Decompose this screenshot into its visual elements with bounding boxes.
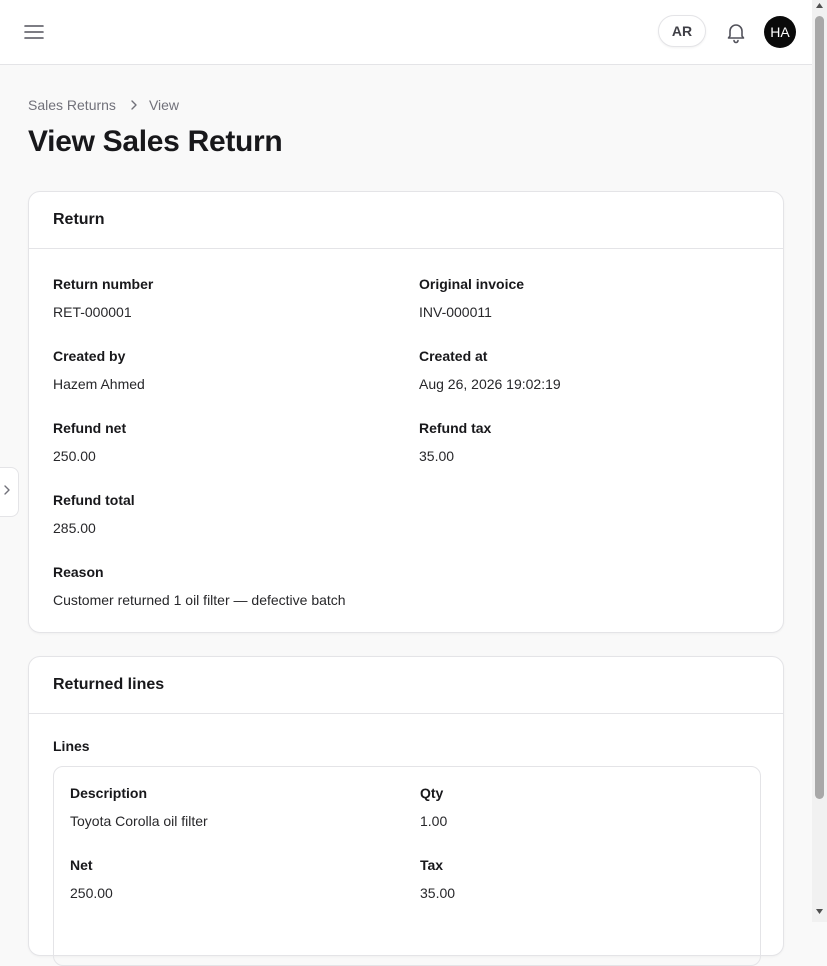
field-created-by: Created by Hazem Ahmed: [53, 346, 145, 394]
field-label: Refund net: [53, 420, 127, 436]
line-item: Description Toyota Corolla oil filter Qt…: [53, 766, 761, 966]
field-value: INV-000011: [419, 304, 492, 320]
returned-lines-card: Returned lines Lines Description Toyota …: [28, 656, 784, 966]
page-title: View Sales Return: [28, 125, 283, 158]
line-net: Net 250.00: [70, 855, 113, 903]
field-value: 35.00: [419, 448, 455, 464]
field-label: Qty: [420, 785, 444, 801]
field-value: Hazem Ahmed: [53, 376, 145, 392]
chevron-right-icon: [2, 483, 12, 501]
lines-label: Lines: [53, 738, 90, 754]
page-scrollbar[interactable]: [812, 0, 827, 922]
field-label: Created by: [53, 348, 126, 364]
field-label: Original invoice: [419, 276, 525, 292]
field-value: 35.00: [420, 885, 456, 901]
card-title: Returned lines: [29, 657, 783, 714]
line-tax: Tax 35.00: [420, 855, 455, 903]
field-label: Refund total: [53, 492, 135, 508]
language-toggle-button[interactable]: AR: [658, 15, 706, 47]
bell-icon[interactable]: [724, 20, 748, 44]
field-label: Created at: [419, 348, 488, 364]
field-value: 250.00: [53, 448, 96, 464]
breadcrumb-current: View: [148, 97, 180, 113]
field-created-at: Created at Aug 26, 2026 19:02:19: [419, 346, 561, 394]
card-title: Return: [29, 192, 783, 249]
field-value: Aug 26, 2026 19:02:19: [419, 376, 561, 392]
scroll-up-arrow-icon[interactable]: [812, 2, 827, 14]
line-qty: Qty 1.00: [420, 783, 447, 831]
scroll-down-arrow-icon[interactable]: [812, 907, 827, 919]
field-value: RET-000001: [53, 304, 132, 320]
sidebar-expand-button[interactable]: [0, 467, 19, 517]
field-value: Toyota Corolla oil filter: [70, 813, 208, 829]
scrollbar-thumb[interactable]: [815, 16, 824, 799]
field-reason: Reason Customer returned 1 oil filter — …: [53, 562, 346, 610]
field-refund-tax: Refund tax 35.00: [419, 418, 491, 466]
top-bar: AR HA: [0, 0, 812, 65]
breadcrumb-link-sales-returns[interactable]: Sales Returns: [28, 97, 116, 113]
field-label: Return number: [53, 276, 154, 292]
avatar[interactable]: HA: [764, 16, 796, 48]
field-refund-total: Refund total 285.00: [53, 490, 135, 538]
hamburger-menu-icon[interactable]: [22, 21, 46, 43]
breadcrumb: Sales Returns View: [28, 97, 179, 113]
chevron-right-icon: [129, 99, 139, 111]
field-label: Description: [70, 785, 148, 801]
field-value: 250.00: [70, 885, 113, 901]
field-value: 285.00: [53, 520, 96, 536]
field-label: Tax: [420, 857, 444, 873]
field-value: Customer returned 1 oil filter — defecti…: [53, 592, 346, 608]
field-value: 1.00: [420, 813, 448, 829]
field-refund-net: Refund net 250.00: [53, 418, 126, 466]
field-label: Net: [70, 857, 93, 873]
line-description: Description Toyota Corolla oil filter: [70, 783, 208, 831]
return-card: Return Return number RET-000001 Original…: [28, 191, 784, 633]
field-return-number: Return number RET-000001: [53, 274, 153, 322]
field-label: Refund tax: [419, 420, 492, 436]
field-label: Reason: [53, 564, 104, 580]
field-original-invoice: Original invoice INV-000011: [419, 274, 524, 322]
